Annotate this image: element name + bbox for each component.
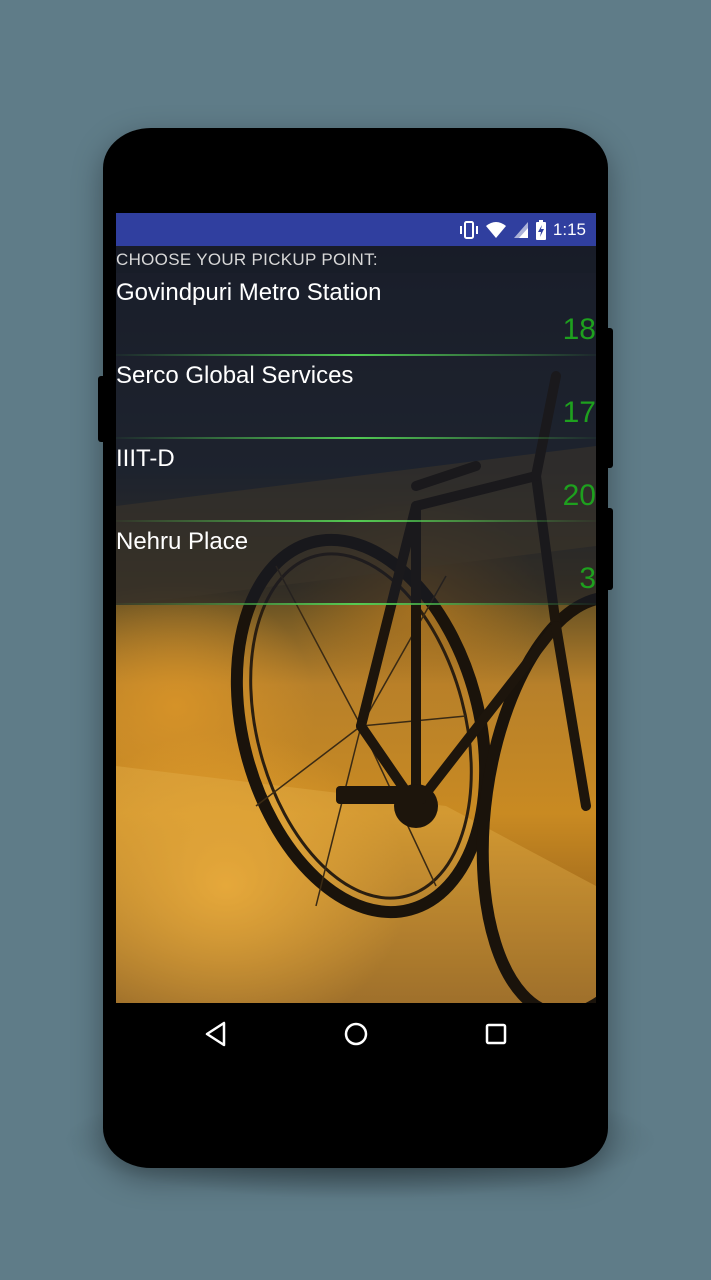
list-item[interactable]: Govindpuri Metro Station 18 [116, 273, 596, 356]
list-item[interactable]: Serco Global Services 17 [116, 356, 596, 439]
pickup-count: 17 [562, 396, 596, 429]
vibrate-icon [459, 220, 479, 239]
home-button[interactable] [340, 1018, 372, 1050]
pickup-name: Serco Global Services [116, 362, 354, 389]
navigation-bar [103, 1003, 608, 1065]
status-bar: 1:15 [116, 213, 596, 246]
status-time: 1:15 [552, 219, 586, 239]
app-screen: 1:15 CHOOSE YOUR PICKUP POINT: Govindpur… [116, 213, 596, 1003]
pickup-name: Govindpuri Metro Station [116, 279, 382, 306]
list-item[interactable]: Nehru Place 3 [116, 522, 596, 605]
recents-button[interactable] [480, 1018, 512, 1050]
pickup-count: 18 [562, 313, 596, 346]
pickup-count: 20 [562, 479, 596, 512]
pickup-header: CHOOSE YOUR PICKUP POINT: [116, 246, 596, 273]
signal-icon [513, 221, 529, 239]
back-icon [205, 1021, 225, 1047]
back-button[interactable] [200, 1018, 232, 1050]
recents-icon [485, 1023, 506, 1045]
pickup-name: Nehru Place [116, 528, 249, 555]
pickup-count: 3 [579, 562, 596, 595]
list-item[interactable]: IIIT-D 20 [116, 439, 596, 522]
divider [116, 603, 596, 605]
battery-charging-icon [535, 219, 547, 240]
home-icon [344, 1022, 367, 1046]
wifi-icon [485, 221, 507, 239]
pickup-list: Govindpuri Metro Station 18 Serco Global… [116, 273, 596, 605]
pickup-name: IIIT-D [116, 445, 175, 472]
